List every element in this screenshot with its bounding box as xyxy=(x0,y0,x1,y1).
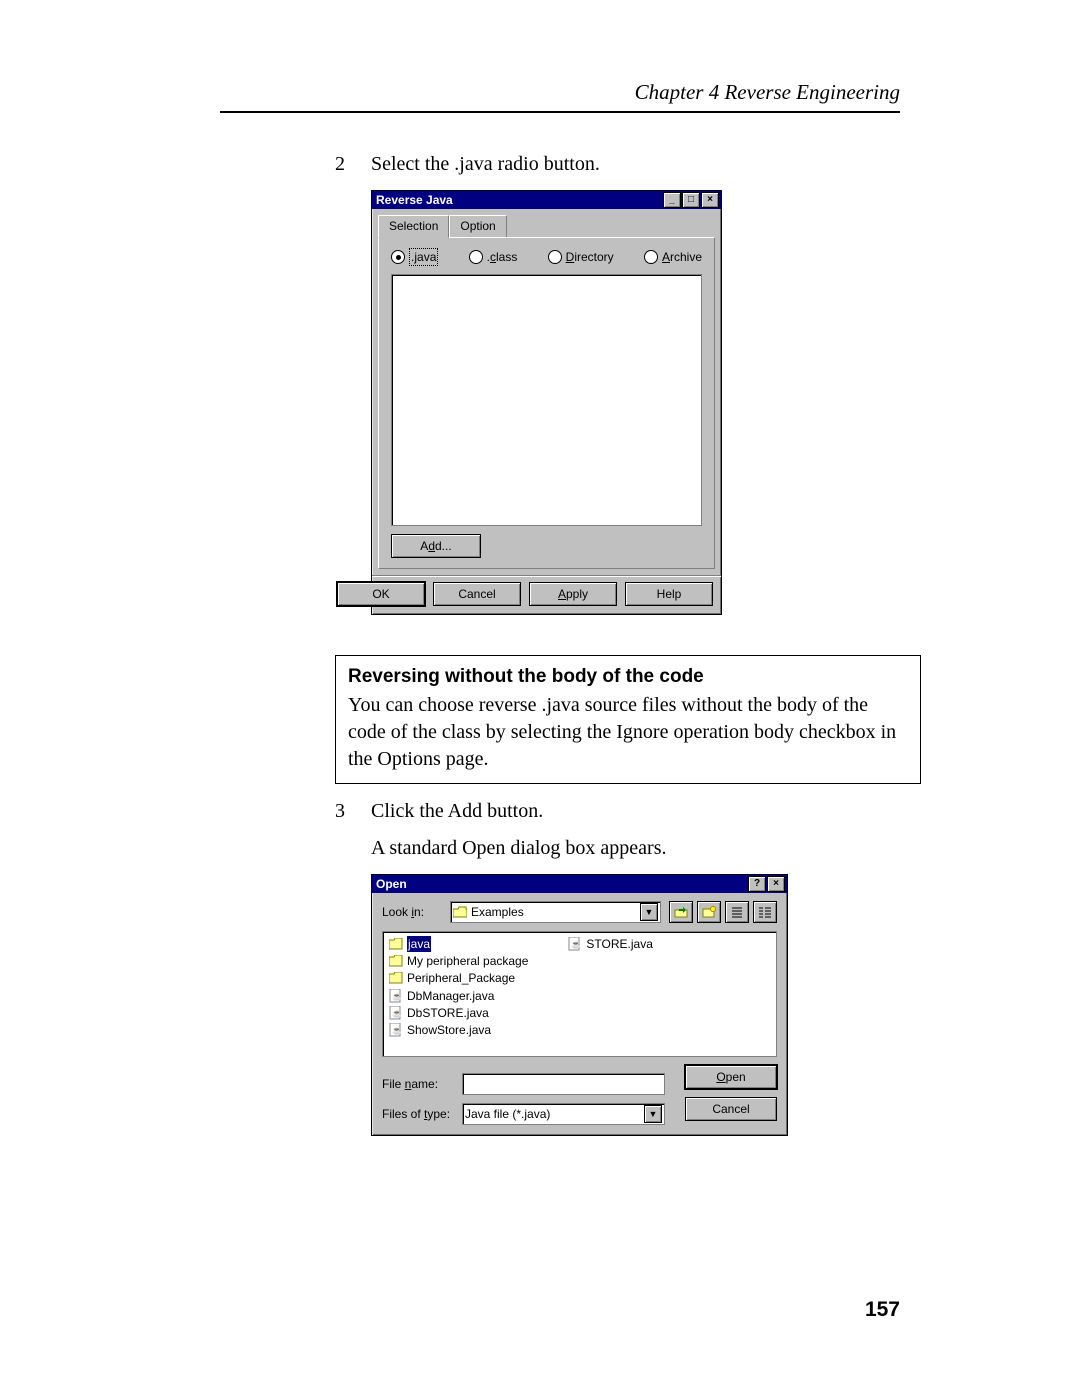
radio-java[interactable]: .java xyxy=(391,248,438,266)
tabstrip: Selection Option xyxy=(378,215,715,237)
header-rule xyxy=(220,111,900,113)
help-icon[interactable]: ? xyxy=(748,876,766,892)
list-item[interactable]: ☕ DbManager.java xyxy=(389,988,528,1004)
radio-directory[interactable]: Directory xyxy=(548,248,614,266)
step-2: 2 Select the .java radio button. xyxy=(335,151,900,178)
radio-class[interactable]: .class xyxy=(469,248,518,266)
list-item[interactable]: ☕ STORE.java xyxy=(568,936,652,952)
lookin-label: Look in: xyxy=(382,904,442,920)
add-button[interactable]: Add... xyxy=(391,534,481,558)
svg-text:☕: ☕ xyxy=(392,991,402,1001)
svg-text:☕: ☕ xyxy=(392,1008,402,1018)
help-button[interactable]: Help xyxy=(625,582,713,606)
dialog-title: Open xyxy=(376,876,407,892)
lookin-combo[interactable]: Examples ▼ xyxy=(450,901,661,923)
java-file-icon: ☕ xyxy=(389,1006,403,1020)
java-file-icon: ☕ xyxy=(389,1023,403,1037)
step-text: Click the Add button. xyxy=(371,798,666,825)
titlebar[interactable]: Open ? × xyxy=(372,875,787,893)
callout-box: Reversing without the body of the code Y… xyxy=(335,655,921,784)
step-3: 3 Click the Add button. A standard Open … xyxy=(335,798,900,862)
chevron-down-icon[interactable]: ▼ xyxy=(640,903,658,921)
step-text: Select the .java radio button. xyxy=(371,151,600,178)
ok-button[interactable]: OK xyxy=(337,582,425,606)
folder-icon xyxy=(389,954,403,968)
close-icon[interactable]: × xyxy=(701,192,719,208)
maximize-icon[interactable]: □ xyxy=(682,192,700,208)
tab-option[interactable]: Option xyxy=(449,215,506,237)
titlebar[interactable]: Reverse Java _ □ × xyxy=(372,191,721,209)
list-view-icon[interactable] xyxy=(725,901,749,923)
cancel-button[interactable]: Cancel xyxy=(433,582,521,606)
open-button[interactable]: Open xyxy=(685,1065,777,1089)
close-icon[interactable]: × xyxy=(767,876,785,892)
list-item[interactable]: Peripheral_Package xyxy=(389,970,528,986)
open-dialog: Open ? × Look in: Examples ▼ xyxy=(371,874,788,1136)
file-browser-pane[interactable]: java My peripheral package Peripheral_Pa… xyxy=(382,931,777,1057)
callout-text: You can choose reverse .java source file… xyxy=(348,692,908,773)
filetype-label: Files of type: xyxy=(382,1106,454,1122)
minimize-icon[interactable]: _ xyxy=(663,192,681,208)
list-item[interactable]: ☕ DbSTORE.java xyxy=(389,1005,528,1021)
java-file-icon: ☕ xyxy=(389,989,403,1003)
reverse-java-dialog: Reverse Java _ □ × Selection Option .jav… xyxy=(371,190,722,615)
filetype-combo[interactable]: Java file (*.java) ▼ xyxy=(462,1103,665,1125)
folder-open-icon xyxy=(453,906,467,918)
filename-label: File name: xyxy=(382,1076,454,1092)
folder-icon xyxy=(389,971,403,985)
callout-title: Reversing without the body of the code xyxy=(348,664,908,690)
cancel-button[interactable]: Cancel xyxy=(685,1097,777,1121)
page-number: 157 xyxy=(865,1298,900,1322)
step-subtext: A standard Open dialog box appears. xyxy=(371,835,666,862)
lookin-value: Examples xyxy=(471,904,636,920)
step-number: 2 xyxy=(335,151,349,178)
filename-input[interactable] xyxy=(462,1073,665,1095)
filetype-value: Java file (*.java) xyxy=(465,1106,640,1122)
java-file-icon: ☕ xyxy=(568,937,582,951)
list-item[interactable]: java xyxy=(389,936,528,952)
folder-icon xyxy=(389,937,403,951)
up-one-level-icon[interactable] xyxy=(669,901,693,923)
apply-button[interactable]: Apply xyxy=(529,582,617,606)
file-list-pane[interactable] xyxy=(391,274,702,526)
details-view-icon[interactable] xyxy=(753,901,777,923)
step-number: 3 xyxy=(335,798,349,862)
list-item[interactable]: ☕ ShowStore.java xyxy=(389,1022,528,1038)
svg-text:☕: ☕ xyxy=(392,1025,402,1035)
new-folder-icon[interactable] xyxy=(697,901,721,923)
tab-selection[interactable]: Selection xyxy=(378,215,449,238)
dialog-title: Reverse Java xyxy=(376,192,453,208)
chevron-down-icon[interactable]: ▼ xyxy=(644,1105,662,1123)
radio-archive[interactable]: Archive xyxy=(644,248,702,266)
svg-text:☕: ☕ xyxy=(571,939,581,949)
list-item[interactable]: My peripheral package xyxy=(389,953,528,969)
chapter-heading: Chapter 4 Reverse Engineering xyxy=(220,80,900,107)
